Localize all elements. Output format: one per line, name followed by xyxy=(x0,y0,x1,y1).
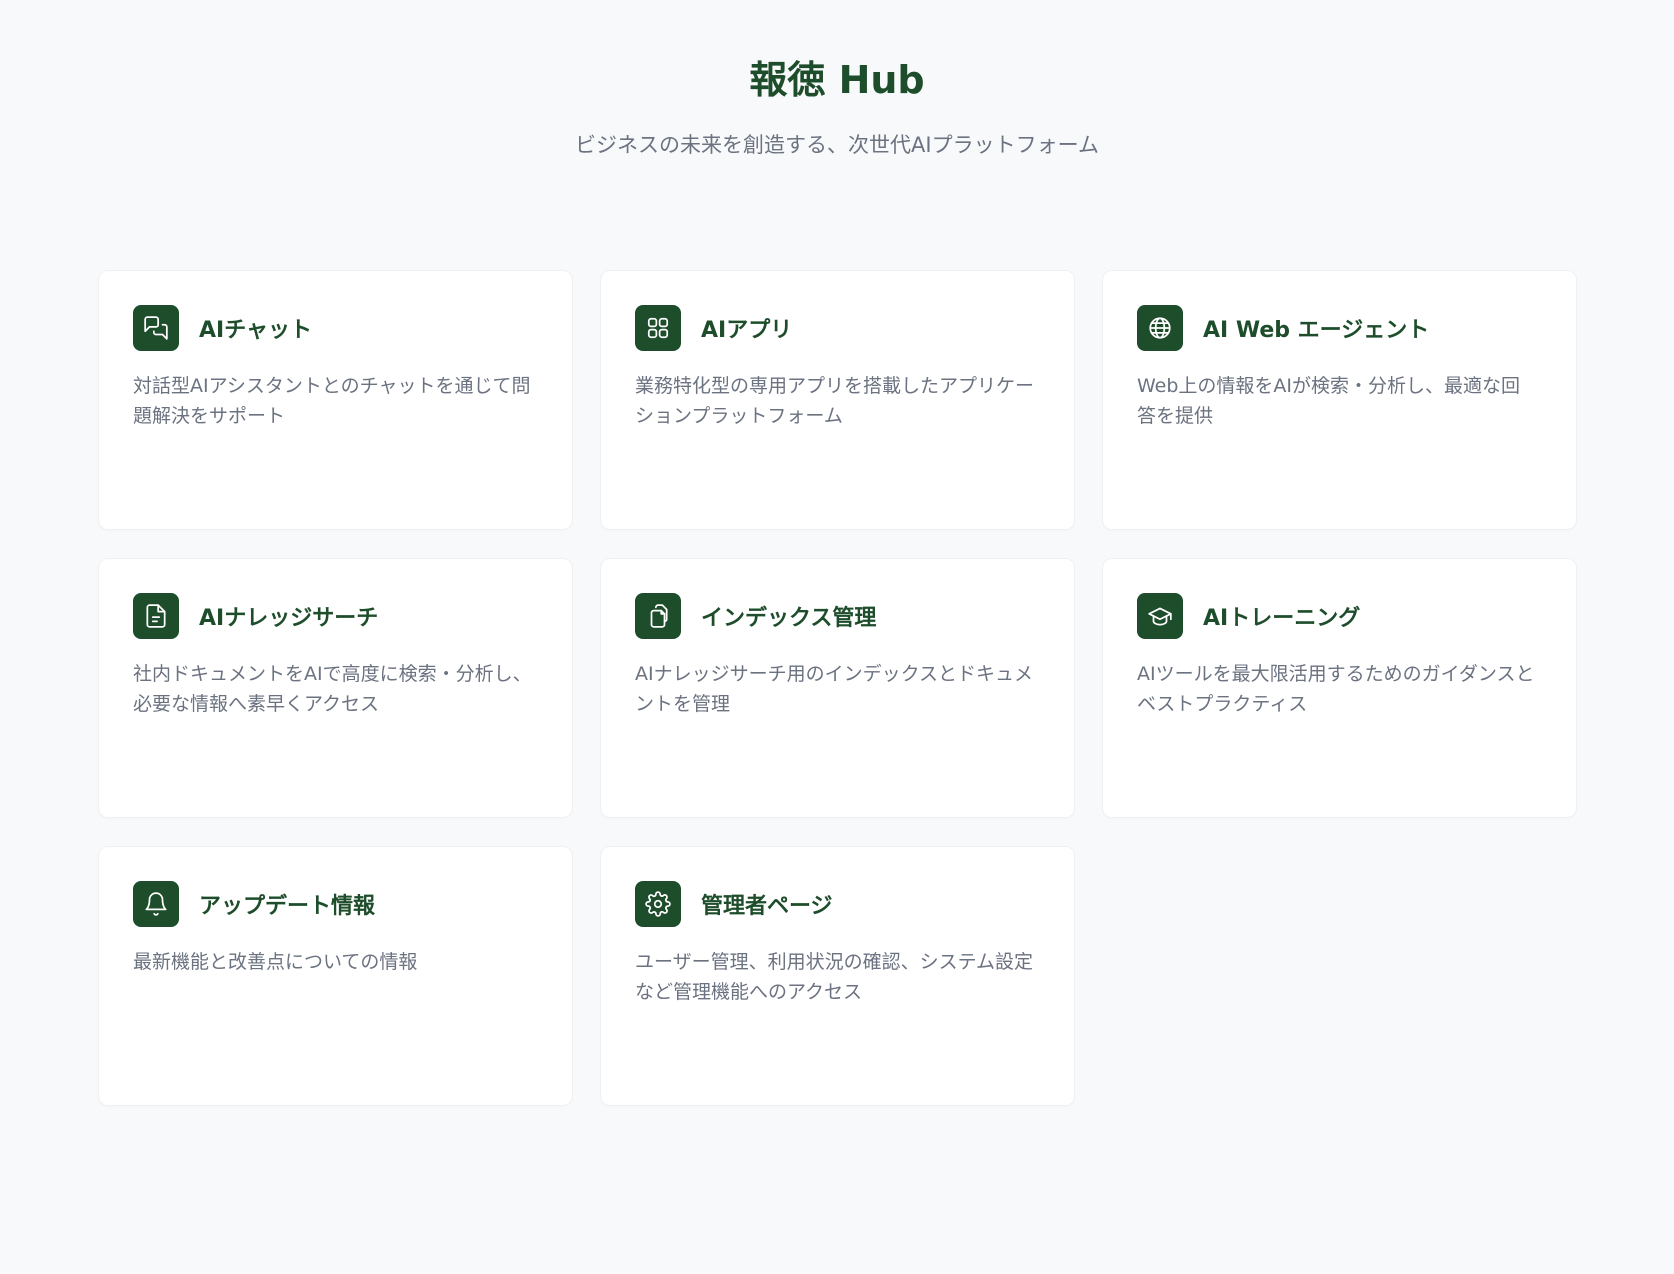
card-header: インデックス管理 xyxy=(635,593,1040,639)
card-description: ユーザー管理、利用状況の確認、システム設定など管理機能へのアクセス xyxy=(635,951,1034,1003)
card-ai-chat[interactable]: AIチャット 対話型AIアシスタントとのチャットを通じて問題解決をサポート xyxy=(98,270,573,530)
card-title: AIナレッジサーチ xyxy=(199,606,379,631)
card-ai-web-agent[interactable]: AI Web エージェント Web上の情報をAIが検索・分析し、最適な回答を提供 xyxy=(1102,270,1577,530)
card-header: 管理者ページ xyxy=(635,881,1040,927)
card-description: 社内ドキュメントをAIで高度に検索・分析し、必要な情報へ素早くアクセス xyxy=(133,663,532,715)
document-icon xyxy=(133,593,179,639)
card-description: 最新機能と改善点についての情報 xyxy=(133,951,418,973)
card-header: AIアプリ xyxy=(635,305,1040,351)
card-title: アップデート情報 xyxy=(199,894,376,919)
feature-card-grid: AIチャット 対話型AIアシスタントとのチャットを通じて問題解決をサポート AI… xyxy=(98,270,1577,1106)
card-header: アップデート情報 xyxy=(133,881,538,927)
page-subtitle: ビジネスの未来を創造する、次世代AIプラットフォーム xyxy=(575,133,1099,157)
grid-apps-icon xyxy=(635,305,681,351)
copy-documents-icon xyxy=(635,593,681,639)
card-description: Web上の情報をAIが検索・分析し、最適な回答を提供 xyxy=(1137,375,1521,427)
card-title: AIチャット xyxy=(199,318,312,343)
card-title: AIトレーニング xyxy=(1203,606,1361,631)
card-description: AIツールを最大限活用するためのガイダンスとベストプラクティス xyxy=(1137,663,1535,715)
card-description: 対話型AIアシスタントとのチャットを通じて問題解決をサポート xyxy=(133,375,531,427)
card-ai-app[interactable]: AIアプリ 業務特化型の専用アプリを搭載したアプリケーションプラットフォーム xyxy=(600,270,1075,530)
card-ai-training[interactable]: AIトレーニング AIツールを最大限活用するためのガイダンスとベストプラクティス xyxy=(1102,558,1577,818)
card-ai-knowledge-search[interactable]: AIナレッジサーチ 社内ドキュメントをAIで高度に検索・分析し、必要な情報へ素早… xyxy=(98,558,573,818)
graduation-cap-icon xyxy=(1137,593,1183,639)
card-title: AIアプリ xyxy=(701,318,793,343)
chat-bubbles-icon xyxy=(133,305,179,351)
card-title: 管理者ページ xyxy=(701,894,833,919)
gear-icon xyxy=(635,881,681,927)
card-title: インデックス管理 xyxy=(701,606,877,631)
card-index-management[interactable]: インデックス管理 AIナレッジサーチ用のインデックスとドキュメントを管理 xyxy=(600,558,1075,818)
bell-icon xyxy=(133,881,179,927)
card-update-info[interactable]: アップデート情報 最新機能と改善点についての情報 xyxy=(98,846,573,1106)
card-header: AIチャット xyxy=(133,305,538,351)
page-title: 報徳 Hub xyxy=(749,58,925,102)
card-admin-page[interactable]: 管理者ページ ユーザー管理、利用状況の確認、システム設定など管理機能へのアクセス xyxy=(600,846,1075,1106)
card-title: AI Web エージェント xyxy=(1203,318,1430,343)
card-header: AIトレーニング xyxy=(1137,593,1542,639)
card-description: AIナレッジサーチ用のインデックスとドキュメントを管理 xyxy=(635,663,1034,715)
card-description: 業務特化型の専用アプリを搭載したアプリケーションプラットフォーム xyxy=(635,375,1035,427)
globe-icon xyxy=(1137,305,1183,351)
card-header: AI Web エージェント xyxy=(1137,305,1542,351)
card-header: AIナレッジサーチ xyxy=(133,593,538,639)
